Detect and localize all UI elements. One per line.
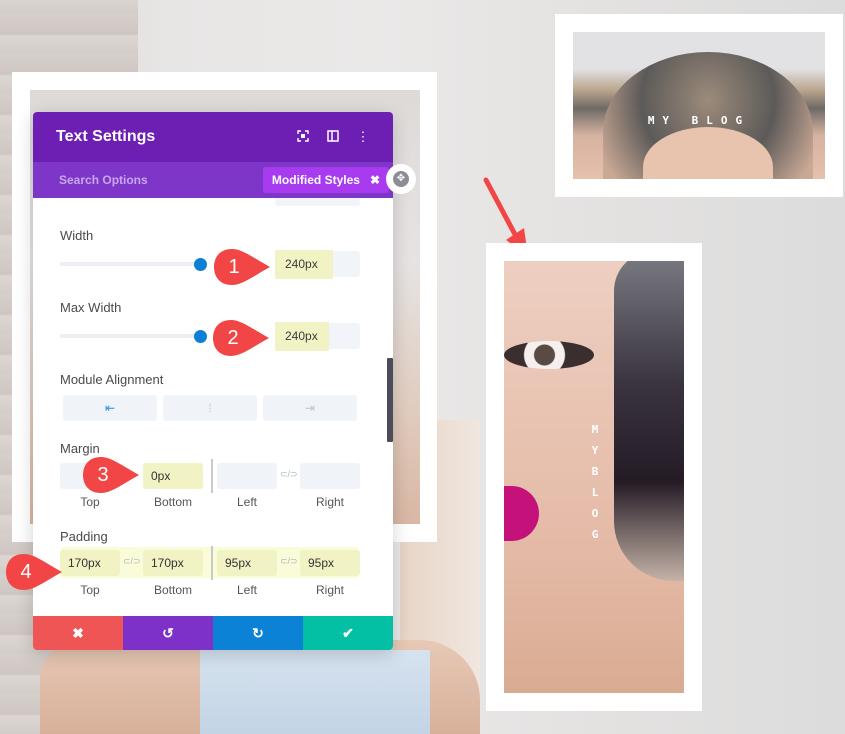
panel-title: Text Settings — [56, 128, 156, 145]
search-options-input[interactable]: Search Options — [59, 173, 263, 187]
focus-icon[interactable] — [288, 129, 318, 145]
letter: L — [591, 486, 599, 499]
width-label: Width — [60, 228, 94, 243]
side-label-left: Left — [236, 495, 257, 509]
blog-title-vertical: M Y B L O G — [588, 419, 602, 545]
max-width-slider-handle[interactable] — [194, 330, 207, 343]
callout-number: 2 — [227, 327, 239, 349]
module-alignment-label: Module Alignment — [60, 372, 164, 387]
letter: B — [591, 465, 599, 478]
letter: G — [591, 528, 599, 541]
padding-left-input[interactable]: 95px — [217, 550, 277, 576]
sidebar-layout-icon[interactable] — [318, 129, 348, 145]
side-label-bottom: Bottom — [153, 583, 192, 597]
callout-number: 3 — [97, 464, 109, 486]
move-icon: ✥ — [393, 171, 409, 187]
panel-footer: ✖ ↺ ↻ ✔ — [33, 616, 393, 650]
more-vertical-icon[interactable]: ⋮ — [348, 129, 378, 145]
panel-subheader: Search Options Modified Styles ✖ — [33, 162, 393, 198]
drag-handle-button[interactable]: ✥ — [386, 164, 416, 194]
padding-top-input[interactable]: 170px — [60, 550, 120, 576]
callout-number: 1 — [228, 256, 240, 278]
callout-number: 4 — [20, 561, 32, 583]
preview-photo-horizontal: MY BLOG — [573, 32, 825, 179]
letter: M — [591, 423, 599, 436]
callout-marker-3: 3 — [81, 455, 139, 495]
cancel-button[interactable]: ✖ — [33, 616, 123, 650]
letter: O — [591, 507, 599, 520]
preview-frame-horizontal: MY BLOG — [555, 14, 843, 197]
previous-field-input[interactable] — [275, 198, 360, 206]
side-label-right: Right — [315, 495, 344, 509]
max-width-slider[interactable] — [60, 334, 202, 338]
callout-marker-4: 4 — [4, 552, 62, 592]
check-icon: ✔ — [342, 624, 354, 641]
divider — [211, 459, 213, 493]
link-icon[interactable]: ⊂/⊃ — [280, 469, 298, 480]
text-settings-panel: Text Settings ⋮ Search Options Modified … — [33, 112, 416, 650]
preview-frame-vertical: M Y B L O G — [486, 243, 702, 711]
filter-label: Modified Styles — [271, 173, 360, 187]
side-label-top: Top — [80, 583, 100, 597]
photo-hair — [614, 261, 684, 581]
redo-icon: ↻ — [252, 624, 264, 641]
align-right-button[interactable]: ⇥ — [263, 395, 357, 421]
link-icon[interactable]: ⊂/⊃ — [280, 556, 298, 567]
scrollbar[interactable] — [387, 358, 393, 442]
side-label-right: Right — [315, 583, 344, 597]
undo-button[interactable]: ↺ — [123, 616, 213, 650]
link-icon[interactable]: ⊂/⊃ — [123, 556, 141, 567]
preview-photo-vertical: M Y B L O G — [504, 261, 684, 693]
align-left-button[interactable]: ⇤ — [63, 395, 157, 421]
callout-marker-1: 1 — [212, 247, 270, 287]
max-width-label: Max Width — [60, 300, 122, 315]
save-button[interactable]: ✔ — [303, 616, 393, 650]
close-icon[interactable]: ✖ — [370, 173, 380, 187]
close-icon: ✖ — [72, 624, 84, 641]
undo-icon: ↺ — [162, 624, 174, 641]
padding-bottom-input[interactable]: 170px — [143, 550, 203, 576]
padding-right-input[interactable]: 95px — [300, 550, 360, 576]
width-slider-handle[interactable] — [194, 258, 207, 271]
letter: Y — [591, 444, 599, 457]
align-center-button[interactable]: ⁞ — [163, 395, 257, 421]
redo-button[interactable]: ↻ — [213, 616, 303, 650]
width-input[interactable]: 240px — [275, 250, 333, 279]
max-width-input[interactable]: 240px — [275, 322, 329, 351]
margin-label: Margin — [60, 441, 100, 456]
callout-marker-2: 2 — [211, 318, 269, 358]
photo-eye — [504, 341, 594, 369]
side-label-bottom: Bottom — [153, 495, 192, 509]
side-label-left: Left — [236, 583, 257, 597]
margin-right-input[interactable] — [300, 463, 360, 489]
margin-bottom-input[interactable]: 0px — [143, 463, 203, 489]
module-alignment-group: ⇤ ⁞ ⇥ — [63, 395, 357, 421]
background-shirt — [200, 650, 430, 734]
divider — [211, 546, 213, 580]
margin-left-input[interactable] — [217, 463, 277, 489]
padding-label: Padding — [60, 529, 108, 544]
padding-inputs: 170px ⊂/⊃ 170px 95px ⊂/⊃ 95px — [60, 546, 360, 580]
side-label-top: Top — [80, 495, 100, 509]
photo-lip — [504, 486, 539, 541]
width-slider[interactable] — [60, 262, 202, 266]
panel-header[interactable]: Text Settings ⋮ — [33, 112, 393, 162]
blog-title-horizontal: MY BLOG — [647, 114, 751, 127]
modified-styles-filter[interactable]: Modified Styles ✖ — [262, 167, 389, 193]
